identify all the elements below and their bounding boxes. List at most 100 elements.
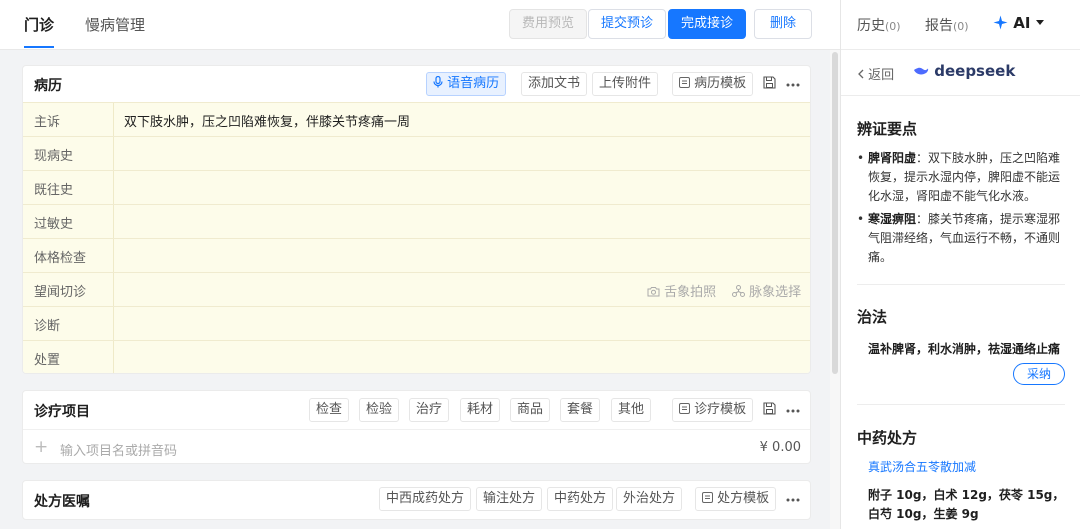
row-divider <box>113 205 114 238</box>
brand-label: deepseek <box>934 62 1016 80</box>
complete-visit-button[interactable]: 完成接诊 <box>668 9 747 39</box>
record-row-diagnosis[interactable]: 诊断 <box>23 306 810 340</box>
medical-record-title: 病历 <box>34 78 62 94</box>
add-item-row[interactable]: + 输入项目名或拼音码 ¥ 0.00 <box>23 429 810 463</box>
sparkle-icon <box>993 14 1013 32</box>
chief-complaint-value[interactable]: 双下肢水肿，压之凹陷难恢复，伴膝关节疼痛一周 <box>124 111 410 130</box>
prescription-template-button[interactable]: 处方模板 <box>695 487 777 511</box>
template-icon <box>702 491 717 506</box>
template-icon <box>679 402 694 417</box>
chip-package[interactable]: 套餐 <box>560 398 601 422</box>
row-divider <box>113 273 114 306</box>
tab-ai[interactable]: AI <box>993 14 1044 32</box>
tab-report[interactable]: 报告(0) <box>925 15 969 35</box>
row-divider <box>113 341 114 373</box>
row-divider <box>113 137 114 170</box>
top-toolbar: 门诊 慢病管理 费用预览 提交预诊 完成接诊 删除 <box>0 0 840 50</box>
tab-outpatient[interactable]: 门诊 <box>24 14 54 35</box>
history-count: (0) <box>885 20 901 33</box>
section-divider <box>857 404 1065 405</box>
scrollbar-thumb[interactable] <box>832 52 838 374</box>
chip-therapy[interactable]: 治疗 <box>409 398 450 422</box>
chip-goods[interactable]: 商品 <box>510 398 551 422</box>
record-row-tcm-diagnosis[interactable]: 望闻切诊 舌象拍照 脉象选择 <box>23 272 810 306</box>
report-count: (0) <box>953 20 969 33</box>
formula-name-link[interactable]: 真武汤合五苓散加减 <box>868 458 976 475</box>
caret-down-icon <box>1035 14 1044 32</box>
record-template-button[interactable]: 病历模板 <box>672 72 754 96</box>
fee-preview-button[interactable]: 费用预览 <box>509 9 588 39</box>
adopt-button[interactable]: 采纳 <box>1013 363 1065 385</box>
ai-result-content: 辨证要点 • 脾肾阳虚：双下肢水肿，压之凹陷难恢复，提示水湿内停，脾阳虚不能运化… <box>841 96 1080 529</box>
row-label: 主诉 <box>34 115 61 130</box>
row-divider <box>113 171 114 204</box>
voice-record-button[interactable]: 语音病历 <box>426 72 507 96</box>
template-icon <box>679 76 694 91</box>
record-template-label: 病历模板 <box>694 76 747 91</box>
record-row-disposal[interactable]: 处置 <box>23 340 810 373</box>
prescription-title: 处方医嘱 <box>34 494 90 510</box>
tab-history[interactable]: 历史(0) <box>857 15 901 35</box>
report-label: 报告 <box>925 18 953 34</box>
add-document-button[interactable]: 添加文书 <box>521 72 588 96</box>
row-label: 体格检查 <box>34 251 87 266</box>
row-label: 既往史 <box>34 183 74 198</box>
row-label: 过敏史 <box>34 217 74 232</box>
row-label: 诊断 <box>34 319 61 334</box>
save-icon[interactable] <box>759 398 779 422</box>
chip-other[interactable]: 其他 <box>611 398 652 422</box>
pulse-icon <box>732 285 749 300</box>
record-row-present-illness[interactable]: 现病史 <box>23 136 810 170</box>
upload-attachment-button[interactable]: 上传附件 <box>592 72 659 96</box>
back-button[interactable]: 返回 <box>857 64 894 83</box>
treatment-template-button[interactable]: 诊疗模板 <box>672 398 754 422</box>
record-row-allergy[interactable]: 过敏史 <box>23 204 810 238</box>
record-row-physical-exam[interactable]: 体格检查 <box>23 238 810 272</box>
save-icon[interactable] <box>759 72 779 96</box>
chip-lab[interactable]: 检验 <box>359 398 400 422</box>
prescription-template-label: 处方模板 <box>717 491 770 506</box>
chip-exam[interactable]: 检查 <box>309 398 350 422</box>
tab-chronic-disease[interactable]: 慢病管理 <box>85 14 145 35</box>
microphone-icon <box>433 75 447 91</box>
record-row-past-history[interactable]: 既往史 <box>23 170 810 204</box>
tongue-photo-button[interactable]: 舌象拍照 <box>647 281 716 300</box>
pulse-select-button[interactable]: 脉象选择 <box>732 281 801 300</box>
ai-side-panel: 历史(0) 报告(0) AI 返回 deepseek 辨证要点 • 脾肾阳虚：双… <box>840 0 1080 529</box>
treatment-items-title: 诊疗项目 <box>34 404 90 420</box>
row-divider <box>113 307 114 340</box>
treatment-principle-text: 温补脾肾，利水消肿，祛湿通络止痛 <box>868 342 1061 356</box>
syndrome-point: • 脾肾阳虚：双下肢水肿，压之凹陷难恢复，提示水湿内停，脾阳虚不能运化水湿，肾阳… <box>857 149 1067 206</box>
row-label: 处置 <box>34 353 61 368</box>
prescription-card: 处方医嘱 中西成药处方 输注处方 中药处方 外治处方 处方模板 <box>22 480 811 520</box>
tongue-photo-label: 舌象拍照 <box>664 285 717 300</box>
treatment-amount: ¥ 0.00 <box>759 440 801 455</box>
chip-consumables[interactable]: 耗材 <box>460 398 501 422</box>
record-row-chief-complaint[interactable]: 主诉 双下肢水肿，压之凹陷难恢复，伴膝关节疼痛一周 <box>23 102 810 136</box>
main-area: 门诊 慢病管理 费用预览 提交预诊 完成接诊 删除 病历 语音病历 添加文书 上… <box>0 0 840 529</box>
deepseek-logo: deepseek <box>913 62 1015 80</box>
delete-button[interactable]: 删除 <box>754 9 813 39</box>
more-options-icon[interactable] <box>783 72 803 96</box>
camera-icon <box>647 285 664 300</box>
more-options-icon[interactable] <box>783 487 803 511</box>
row-label: 望闻切诊 <box>34 285 87 300</box>
formula-ingredients: 附子 10g，白术 12g，茯苓 15g，白芍 10g，生姜 9g <box>868 488 1065 521</box>
chip-western-tcm-patent[interactable]: 中西成药处方 <box>379 487 472 511</box>
more-options-icon[interactable] <box>783 398 803 422</box>
pulse-select-label: 脉象选择 <box>749 285 802 300</box>
herbal-prescription-title: 中药处方 <box>857 429 918 447</box>
chevron-left-icon <box>857 68 868 83</box>
item-search-input[interactable]: 输入项目名或拼音码 <box>60 440 177 459</box>
ai-source-bar: 返回 deepseek <box>841 50 1080 96</box>
bullet-term: 脾肾阳虚 <box>868 151 917 165</box>
side-panel-tabs: 历史(0) 报告(0) AI <box>841 0 1080 50</box>
chip-herbal[interactable]: 中药处方 <box>547 487 614 511</box>
active-tab-indicator <box>24 46 54 48</box>
plus-icon: + <box>34 437 49 457</box>
chip-infusion[interactable]: 输注处方 <box>476 487 543 511</box>
treatment-template-label: 诊疗模板 <box>694 402 747 417</box>
row-divider <box>113 103 114 136</box>
submit-precheck-button[interactable]: 提交预诊 <box>588 9 667 39</box>
chip-external[interactable]: 外治处方 <box>616 487 683 511</box>
